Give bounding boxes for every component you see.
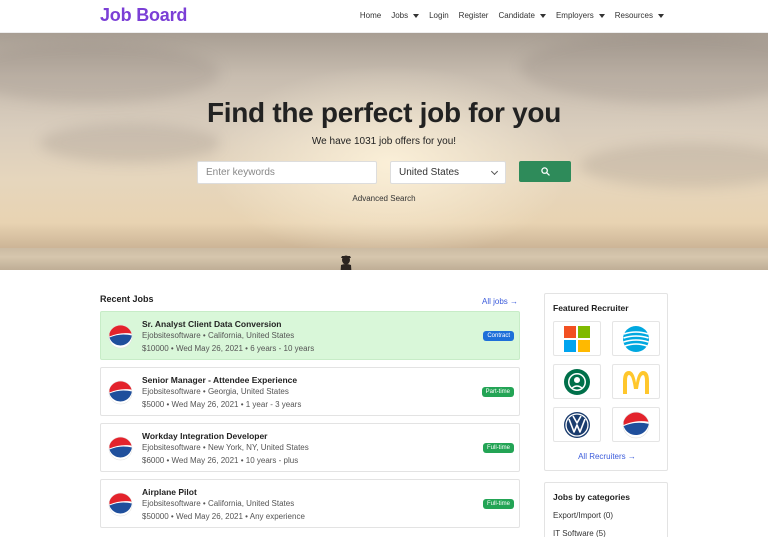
recent-jobs-heading: Recent Jobs xyxy=(100,294,154,304)
nav-item-employers[interactable]: Employers xyxy=(556,11,605,20)
nav-item-login[interactable]: Login xyxy=(429,11,449,20)
search-button[interactable] xyxy=(519,161,571,182)
advanced-search-link[interactable]: Advanced Search xyxy=(0,194,768,203)
job-title[interactable]: Sr. Analyst Client Data Conversion xyxy=(142,319,282,329)
job-meta: $50000 • Wed May 26, 2021 • Any experien… xyxy=(142,512,305,521)
job-title[interactable]: Airplane Pilot xyxy=(142,487,197,497)
nav-item-label: Register xyxy=(458,11,489,20)
nav-item-label: Employers xyxy=(555,11,594,20)
featured-recruiter-card: Featured Recruiter All Recruiters → xyxy=(544,293,668,471)
recruiter-pepsi[interactable] xyxy=(612,407,660,442)
all-jobs-link[interactable]: All jobs → xyxy=(482,297,518,306)
windows-logo-icon xyxy=(564,325,590,352)
featured-recruiter-heading: Featured Recruiter xyxy=(553,303,629,313)
categories-card: Jobs by categories Export/Import (0) IT … xyxy=(544,482,668,537)
nav-item-candidate[interactable]: Candidate xyxy=(498,11,546,20)
country-select[interactable]: United States xyxy=(390,161,506,184)
chevron-down-icon xyxy=(490,167,499,176)
main-menu: Home Jobs Login Register Candidate Emplo… xyxy=(360,11,664,20)
top-navbar: Job Board Home Jobs Login Register Candi… xyxy=(0,0,768,33)
cloud-shape xyxy=(0,43,220,103)
job-meta: $10000 • Wed May 26, 2021 • 6 years - 10… xyxy=(142,344,315,353)
recruiter-windows[interactable] xyxy=(553,321,601,356)
caret-down-icon xyxy=(413,13,420,18)
job-title[interactable]: Workday Integration Developer xyxy=(142,431,267,441)
job-company-location: Ejobsitesoftware • New York, NY, United … xyxy=(142,443,309,452)
recruiter-mcdonalds[interactable] xyxy=(612,364,660,399)
category-link[interactable]: Export/Import (0) xyxy=(553,511,613,520)
pepsi-logo-icon xyxy=(108,436,133,461)
nav-item-resources[interactable]: Resources xyxy=(615,11,664,20)
job-card[interactable]: Senior Manager - Attendee Experience Ejo… xyxy=(100,367,520,416)
categories-heading: Jobs by categories xyxy=(553,492,631,502)
job-type-badge: Full-time xyxy=(482,443,514,453)
pepsi-logo-icon xyxy=(108,492,133,517)
hero-title: Find the perfect job for you xyxy=(206,97,562,128)
country-select-value: United States xyxy=(399,167,460,178)
job-type-badge: Part-time xyxy=(481,387,514,397)
mcdonalds-logo-icon xyxy=(623,370,649,394)
job-meta: $5000 • Wed May 26, 2021 • 1 year - 3 ye… xyxy=(142,400,302,409)
job-card[interactable]: Sr. Analyst Client Data Conversion Ejobs… xyxy=(100,311,520,360)
nav-item-label: Jobs xyxy=(391,11,409,20)
nav-item-jobs[interactable]: Jobs xyxy=(391,11,420,20)
job-card[interactable]: Airplane Pilot Ejobsitesoftware • Califo… xyxy=(100,479,520,528)
job-type-badge: Contract xyxy=(483,331,514,341)
cloud-shape xyxy=(580,143,768,188)
category-link[interactable]: IT Software (5) xyxy=(553,529,606,537)
volkswagen-logo-icon xyxy=(564,411,590,438)
caret-down-icon xyxy=(539,13,546,18)
search-icon xyxy=(540,167,550,176)
nav-item-label: Home xyxy=(359,11,382,20)
job-company-location: Ejobsitesoftware • California, United St… xyxy=(142,331,295,340)
caret-down-icon xyxy=(658,13,664,18)
silhouette-person-image xyxy=(340,255,352,270)
job-company-location: Ejobsitesoftware • California, United St… xyxy=(142,499,295,508)
pepsi-logo-icon xyxy=(108,324,133,349)
job-meta: $6000 • Wed May 26, 2021 • 10 years - pl… xyxy=(142,456,299,465)
recruiter-starbucks[interactable] xyxy=(553,364,601,399)
nav-item-label: Candidate xyxy=(498,11,535,20)
recruiter-volkswagen[interactable] xyxy=(553,407,601,442)
recruiter-att[interactable] xyxy=(612,321,660,356)
hero-subtitle: We have 1031 job offers for you! xyxy=(311,136,457,147)
nav-item-label: Resources xyxy=(614,11,653,20)
job-title[interactable]: Senior Manager - Attendee Experience xyxy=(142,375,297,385)
job-card[interactable]: Workday Integration Developer Ejobsiteso… xyxy=(100,423,520,472)
job-company-location: Ejobsitesoftware • Georgia, United State… xyxy=(142,387,289,396)
keywords-input[interactable]: Enter keywords xyxy=(197,161,377,184)
nav-item-home[interactable]: Home xyxy=(360,11,381,20)
caret-down-icon xyxy=(598,13,605,18)
att-logo-icon xyxy=(623,325,649,352)
pepsi-logo-icon xyxy=(108,380,133,405)
all-recruiters-link[interactable]: All Recruiters → xyxy=(545,452,669,461)
pepsi-logo-icon xyxy=(622,411,650,438)
nav-item-label: Login xyxy=(429,11,449,20)
hero-banner: Find the perfect job for you We have 103… xyxy=(0,33,768,270)
nav-item-register[interactable]: Register xyxy=(459,11,489,20)
site-logo[interactable]: Job Board xyxy=(100,5,187,26)
starbucks-logo-icon xyxy=(564,368,590,395)
cloud-shape xyxy=(520,33,768,103)
job-type-badge: Full-time xyxy=(482,499,514,509)
